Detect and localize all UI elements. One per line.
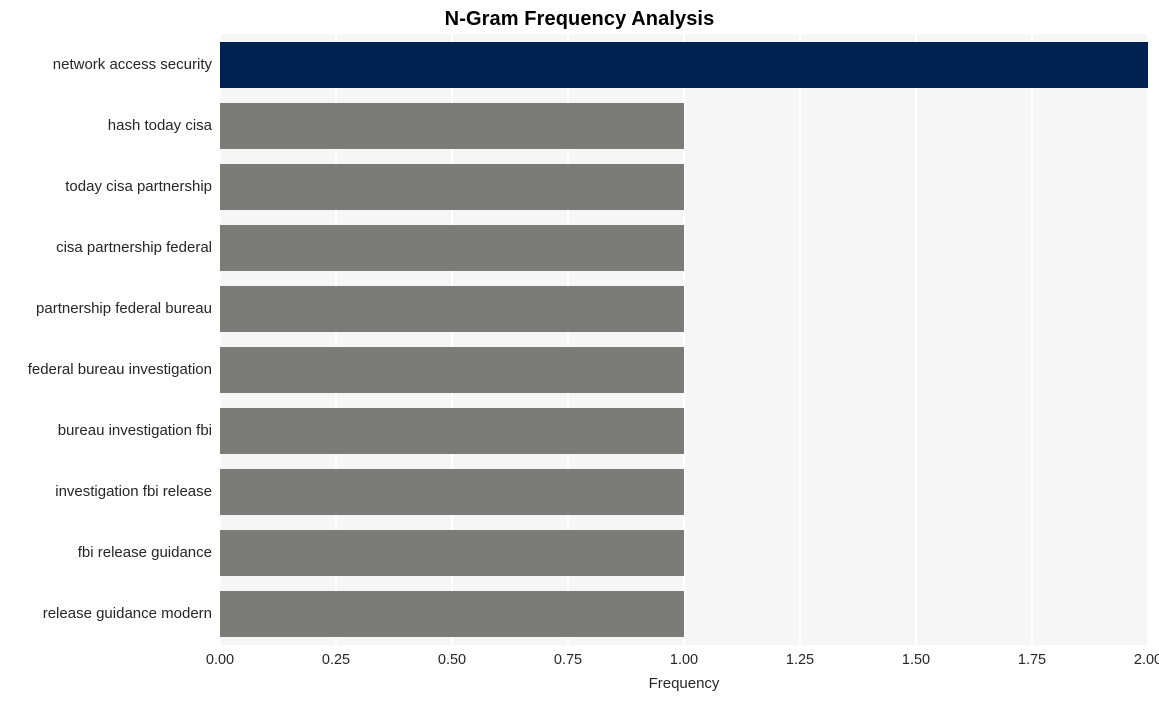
- bar-row: [220, 347, 1148, 393]
- x-tick-label: 0.75: [553, 652, 583, 668]
- x-tick-label: 1.00: [669, 652, 699, 668]
- y-tick-label: today cisa partnership: [65, 177, 212, 195]
- y-tick-label: network access security: [52, 55, 212, 73]
- x-tick-label: 0.25: [321, 652, 351, 668]
- bar-row: [220, 163, 1148, 210]
- bar-row: [220, 285, 1148, 332]
- bar: [220, 163, 684, 210]
- bar: [220, 408, 684, 455]
- y-tick-label: hash today cisa: [107, 116, 212, 134]
- bar-row: [220, 102, 1148, 149]
- bar: [220, 591, 684, 638]
- bar: [220, 347, 684, 393]
- bar: [220, 102, 684, 149]
- bar-row: [220, 408, 1148, 455]
- bar: [220, 285, 684, 332]
- bar-row: [220, 224, 1148, 271]
- x-tick-label: 2.00: [1133, 652, 1159, 668]
- x-tick-label: 1.75: [1017, 652, 1047, 668]
- bar: [220, 224, 684, 271]
- chart-title: N-Gram Frequency Analysis: [444, 8, 715, 30]
- x-tick-label: 0.00: [205, 652, 235, 668]
- y-tick-label: cisa partnership federal: [56, 238, 212, 256]
- y-tick-label: partnership federal bureau: [36, 299, 212, 317]
- plot-area: [220, 34, 1148, 645]
- y-tick-label: fbi release guidance: [77, 544, 212, 562]
- y-tick-label: investigation fbi release: [55, 483, 212, 501]
- bar-row: [220, 469, 1148, 516]
- bars-group: [220, 34, 1148, 645]
- bar-row: [220, 41, 1148, 88]
- x-axis-title: Frequency: [648, 675, 720, 692]
- bar: [220, 530, 684, 577]
- x-tick-label: 1.50: [901, 652, 931, 668]
- x-tick-label: 0.50: [437, 652, 467, 668]
- bar: [220, 469, 684, 516]
- y-tick-label: federal bureau investigation: [27, 361, 212, 379]
- bar: [220, 41, 1148, 88]
- bar-row: [220, 530, 1148, 577]
- x-tick-label: 1.25: [785, 652, 815, 668]
- y-tick-label: release guidance modern: [42, 605, 212, 623]
- bar-row: [220, 591, 1148, 638]
- y-tick-label: bureau investigation fbi: [57, 422, 212, 440]
- x-axis-tick-labels: 0.00 0.25 0.50 0.75 1.00 1.25 1.50 1.75 2.00: [206, 650, 1159, 672]
- chart-figure: N-Gram Frequency Analysis network access…: [0, 0, 1159, 701]
- y-axis-tick-labels: network access security hash today cisa to…: [0, 34, 212, 645]
